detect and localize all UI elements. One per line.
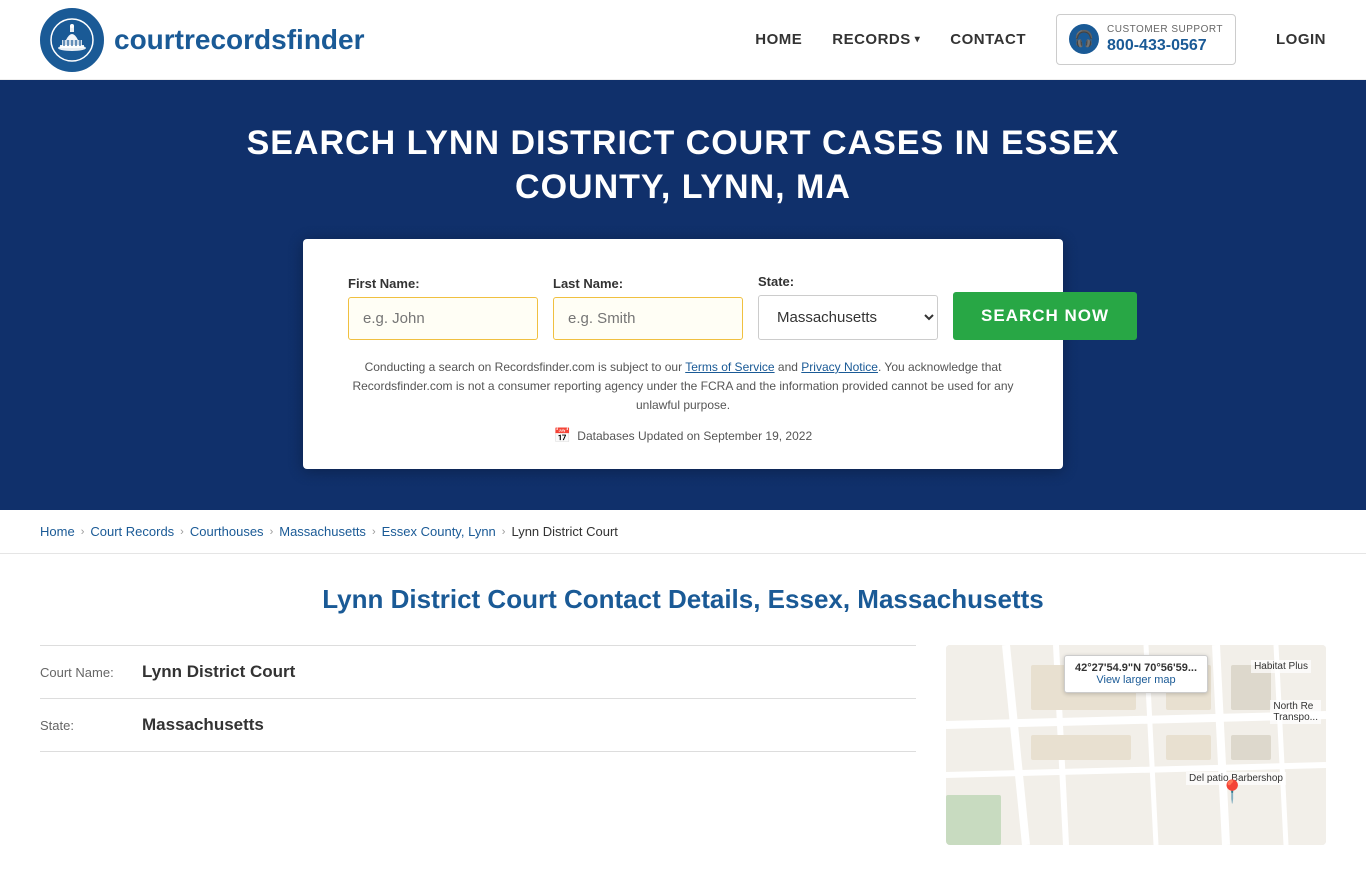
search-fields: First Name: Last Name: State: AlabamaAla… bbox=[348, 274, 1018, 340]
court-name-label: Court Name: bbox=[40, 665, 130, 680]
search-card: First Name: Last Name: State: AlabamaAla… bbox=[303, 239, 1063, 470]
state-row: State: Massachusetts bbox=[40, 699, 916, 752]
db-updated: 📅 Databases Updated on September 19, 202… bbox=[348, 427, 1018, 444]
last-name-input[interactable] bbox=[553, 297, 743, 340]
main-content: Lynn District Court Contact Details, Ess… bbox=[0, 554, 1366, 875]
map-placeholder: 42°27'54.9"N 70°56'59... View larger map… bbox=[946, 645, 1326, 845]
map-pin-icon: 📍 bbox=[1219, 779, 1246, 805]
breadcrumb-courthouses[interactable]: Courthouses bbox=[190, 524, 264, 539]
court-name-value: Lynn District Court bbox=[142, 662, 295, 682]
map-coords-box: 42°27'54.9"N 70°56'59... View larger map bbox=[1064, 655, 1208, 693]
disclaimer-text: Conducting a search on Recordsfinder.com… bbox=[348, 358, 1018, 416]
state-select[interactable]: AlabamaAlaskaArizonaArkansasCaliforniaCo… bbox=[758, 295, 938, 340]
header: courtrecordsfinder HOME RECORDS ▾ CONTAC… bbox=[0, 0, 1366, 80]
breadcrumb-current: Lynn District Court bbox=[511, 524, 617, 539]
map-label-north: North ReTranspo... bbox=[1270, 700, 1321, 724]
terms-link[interactable]: Terms of Service bbox=[685, 360, 774, 374]
breadcrumb-sep-2: › bbox=[180, 526, 184, 538]
nav-home[interactable]: HOME bbox=[755, 31, 802, 48]
hero-section: SEARCH LYNN DISTRICT COURT CASES IN ESSE… bbox=[0, 80, 1366, 510]
first-name-label: First Name: bbox=[348, 276, 538, 291]
breadcrumb-home[interactable]: Home bbox=[40, 524, 75, 539]
headset-icon: 🎧 bbox=[1069, 24, 1099, 54]
logo[interactable]: courtrecordsfinder bbox=[40, 8, 365, 72]
detail-table: Court Name: Lynn District Court State: M… bbox=[40, 645, 916, 845]
hero-title: SEARCH LYNN DISTRICT COURT CASES IN ESSE… bbox=[233, 121, 1133, 209]
breadcrumb-sep-3: › bbox=[270, 526, 274, 538]
last-name-group: Last Name: bbox=[553, 276, 743, 340]
detail-map-row: Court Name: Lynn District Court State: M… bbox=[40, 645, 1326, 845]
main-nav: HOME RECORDS ▾ CONTACT 🎧 CUSTOMER SUPPOR… bbox=[755, 14, 1326, 66]
nav-records[interactable]: RECORDS ▾ bbox=[832, 31, 920, 48]
first-name-input[interactable] bbox=[348, 297, 538, 340]
court-name-row: Court Name: Lynn District Court bbox=[40, 646, 916, 699]
breadcrumb-sep-4: › bbox=[372, 526, 376, 538]
first-name-group: First Name: bbox=[348, 276, 538, 340]
calendar-icon: 📅 bbox=[554, 427, 571, 444]
map-area[interactable]: 42°27'54.9"N 70°56'59... View larger map… bbox=[946, 645, 1326, 845]
chevron-down-icon: ▾ bbox=[915, 34, 921, 45]
logo-icon bbox=[40, 8, 104, 72]
breadcrumb-sep-5: › bbox=[502, 526, 506, 538]
breadcrumb: Home › Court Records › Courthouses › Mas… bbox=[0, 510, 1366, 554]
map-label-habitat: Habitat Plus bbox=[1251, 660, 1311, 673]
breadcrumb-massachusetts[interactable]: Massachusetts bbox=[279, 524, 366, 539]
search-button[interactable]: SEARCH NOW bbox=[953, 292, 1137, 340]
section-title: Lynn District Court Contact Details, Ess… bbox=[40, 584, 1326, 615]
breadcrumb-sep-1: › bbox=[81, 526, 85, 538]
view-larger-map-link[interactable]: View larger map bbox=[1075, 674, 1197, 686]
support-text: CUSTOMER SUPPORT 800-433-0567 bbox=[1107, 23, 1223, 57]
state-row-value: Massachusetts bbox=[142, 715, 264, 735]
last-name-label: Last Name: bbox=[553, 276, 743, 291]
logo-text: courtrecordsfinder bbox=[114, 24, 365, 56]
state-group: State: AlabamaAlaskaArizonaArkansasCalif… bbox=[758, 274, 938, 340]
nav-contact[interactable]: CONTACT bbox=[950, 31, 1026, 48]
privacy-link[interactable]: Privacy Notice bbox=[801, 360, 878, 374]
breadcrumb-essex-county[interactable]: Essex County, Lynn bbox=[382, 524, 496, 539]
breadcrumb-court-records[interactable]: Court Records bbox=[90, 524, 174, 539]
support-box[interactable]: 🎧 CUSTOMER SUPPORT 800-433-0567 bbox=[1056, 14, 1236, 66]
state-label: State: bbox=[758, 274, 938, 289]
state-row-label: State: bbox=[40, 718, 130, 733]
nav-login[interactable]: LOGIN bbox=[1276, 31, 1326, 48]
